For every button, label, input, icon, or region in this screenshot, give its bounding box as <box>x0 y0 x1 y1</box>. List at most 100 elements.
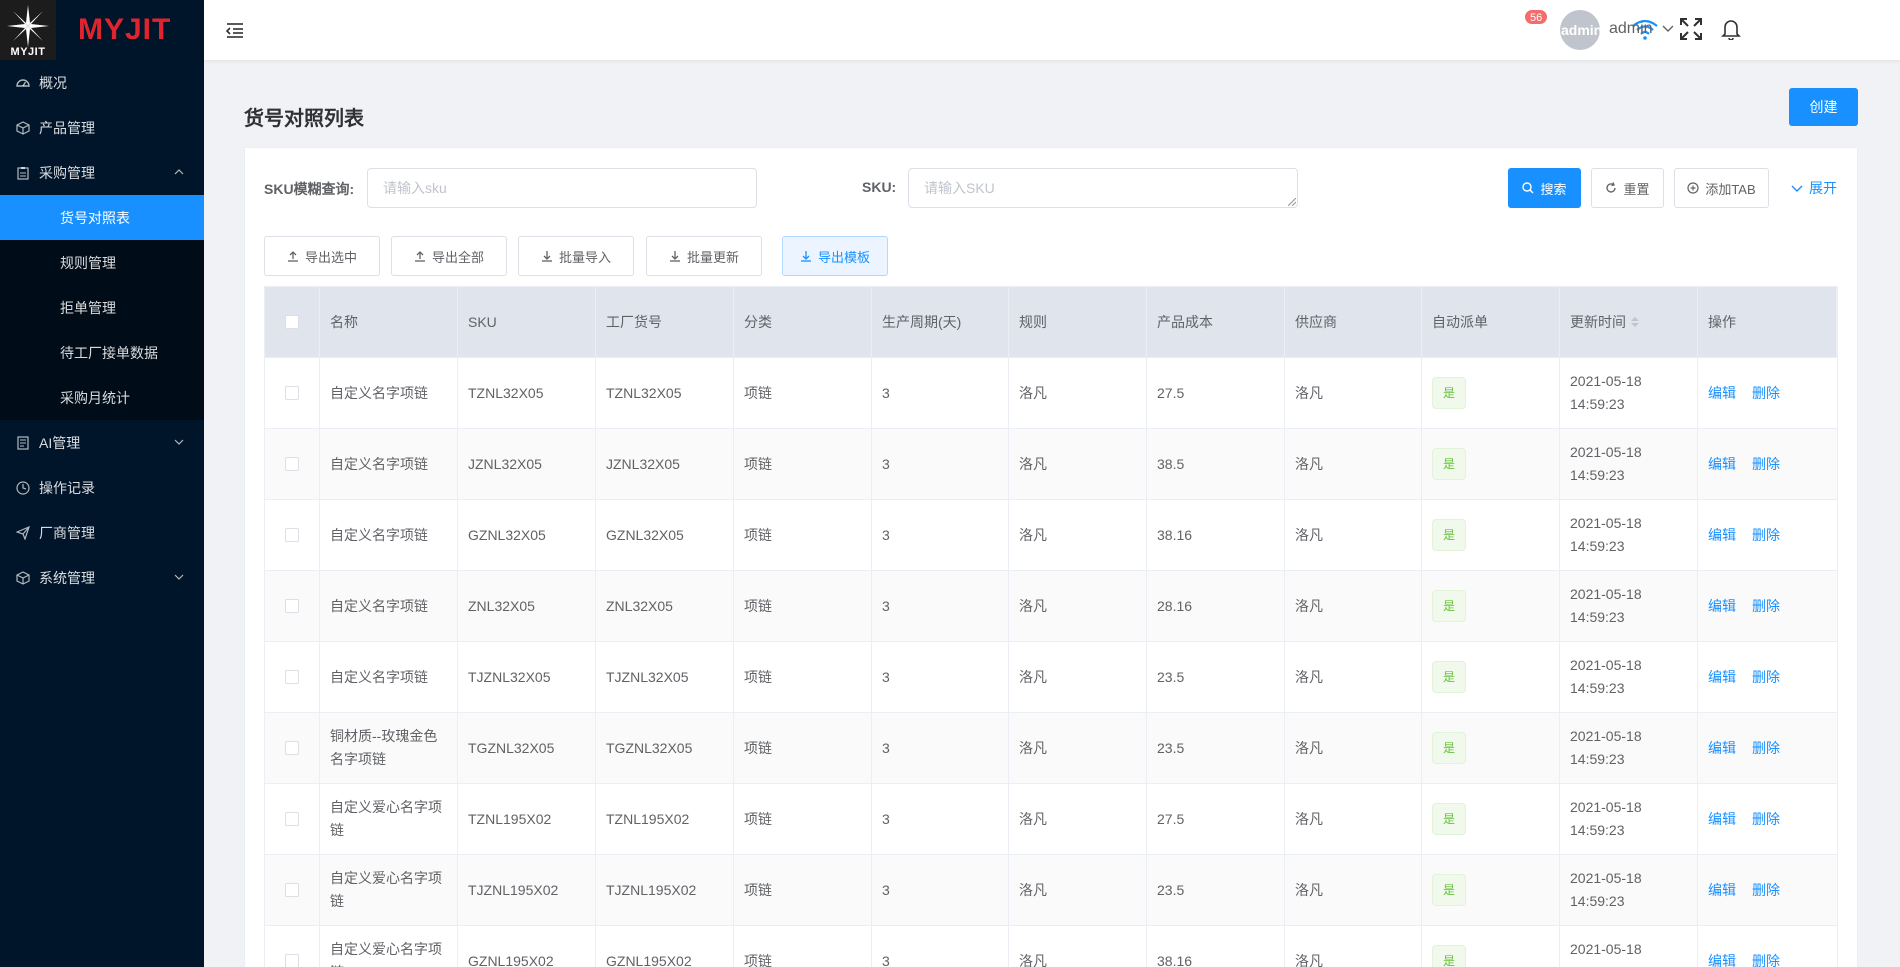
cell-category: 项链 <box>734 926 872 967</box>
plus-circle-icon <box>1687 182 1699 194</box>
edit-link[interactable]: 编辑 <box>1708 808 1736 831</box>
cell-cost: 38.5 <box>1147 429 1285 499</box>
sidebar-item-products[interactable]: 产品管理 <box>0 105 204 150</box>
row-checkbox[interactable] <box>285 386 299 400</box>
submenu-purchasing: 货号对照表 规则管理 拒单管理 待工厂接单数据 采购月统计 <box>0 195 204 420</box>
sidebar-item-logs[interactable]: 操作记录 <box>0 465 204 510</box>
cell-cycle: 3 <box>872 358 1009 428</box>
edit-link[interactable]: 编辑 <box>1708 453 1736 476</box>
delete-link[interactable]: 删除 <box>1752 666 1780 689</box>
table-row: 自定义爱心名字项链GZNL195X02GZNL195X02项链3洛凡38.16洛… <box>265 926 1837 967</box>
cell-updated: 2021-05-18 14:59:23 <box>1560 855 1698 925</box>
sidebar-item-label: 货号对照表 <box>60 209 130 226</box>
edit-link[interactable]: 编辑 <box>1708 524 1736 547</box>
export-selected-button[interactable]: 导出选中 <box>264 236 380 276</box>
cell-updated: 2021-05-18 14:59:23 <box>1560 926 1698 967</box>
sku-fuzzy-label: SKU模糊查询: <box>264 181 355 197</box>
delete-link[interactable]: 删除 <box>1752 879 1780 902</box>
delete-link[interactable]: 删除 <box>1752 382 1780 405</box>
avatar[interactable]: admin <box>1560 10 1600 50</box>
delete-link[interactable]: 删除 <box>1752 453 1780 476</box>
cell-factory-no: TJZNL32X05 <box>596 642 734 712</box>
row-checkbox[interactable] <box>285 528 299 542</box>
cell-auto-dispatch: 是 <box>1422 500 1560 570</box>
delete-link[interactable]: 删除 <box>1752 595 1780 618</box>
sidebar-item-ai[interactable]: AI管理 <box>0 420 204 465</box>
sidebar-item-label: 概况 <box>39 74 67 91</box>
delete-link[interactable]: 删除 <box>1752 524 1780 547</box>
row-checkbox[interactable] <box>285 457 299 471</box>
create-button[interactable]: 创建 <box>1789 88 1858 126</box>
select-all-checkbox[interactable] <box>285 315 299 329</box>
table-row: 自定义爱心名字项链 TZNL195X02 TZNL195X02 项链 3 洛凡 27.5 洛凡… <box>265 784 1837 855</box>
add-tab-button[interactable]: 添加TAB <box>1674 168 1769 208</box>
fullscreen-icon[interactable] <box>1678 16 1704 42</box>
logo[interactable]: MYJIT MYJIT <box>0 0 204 60</box>
sku-fuzzy-input[interactable] <box>367 168 757 208</box>
menu-fold-icon[interactable] <box>226 21 244 39</box>
sidebar: MYJIT MYJIT 概况 产品管理 采购管理 货号对照表 规则管理 拒单管理… <box>0 0 204 967</box>
row-checkbox[interactable] <box>285 954 299 967</box>
cell-auto-dispatch: 是 <box>1422 784 1560 854</box>
delete-link[interactable]: 删除 <box>1752 808 1780 831</box>
cell-category: 项链 <box>734 571 872 641</box>
search-button[interactable]: 搜索 <box>1508 168 1581 208</box>
sidebar-item-purchasing[interactable]: 采购管理 <box>0 150 204 195</box>
export-template-button[interactable]: 导出模板 <box>782 236 888 276</box>
export-all-button[interactable]: 导出全部 <box>391 236 507 276</box>
row-checkbox[interactable] <box>285 883 299 897</box>
cell-supplier: 洛凡 <box>1285 429 1422 499</box>
sidebar-item-label: 规则管理 <box>60 254 116 271</box>
sidebar-item-rules[interactable]: 规则管理 <box>0 240 204 285</box>
table-row: 自定义名字项链 TZNL32X05 TZNL32X05 项链 3 洛凡 27.5 洛凡是 202… <box>265 358 1837 429</box>
column-header-sortable[interactable]: 更新时间 <box>1560 287 1698 357</box>
edit-link[interactable]: 编辑 <box>1708 666 1736 689</box>
expand-button[interactable]: 展开 <box>1786 168 1842 208</box>
cell-updated: 2021-05-18 14:59:23 <box>1560 571 1698 641</box>
upload-icon <box>287 251 298 262</box>
sku-input[interactable] <box>908 168 1298 208</box>
cell-sku: JZNL32X05 <box>458 429 596 499</box>
row-checkbox[interactable] <box>285 812 299 826</box>
sidebar-item-sku-mapping[interactable]: 货号对照表 <box>0 195 204 240</box>
cell-sku: TZNL195X02 <box>458 784 596 854</box>
box-icon <box>16 120 30 135</box>
edit-link[interactable]: 编辑 <box>1708 879 1736 902</box>
sidebar-item-rejections[interactable]: 拒单管理 <box>0 285 204 330</box>
row-checkbox[interactable] <box>285 741 299 755</box>
batch-update-button[interactable]: 批量更新 <box>646 236 762 276</box>
edit-link[interactable]: 编辑 <box>1708 737 1736 760</box>
edit-link[interactable]: 编辑 <box>1708 382 1736 405</box>
expand-button-label: 展开 <box>1809 180 1837 196</box>
chevron-down-icon[interactable] <box>1662 24 1674 34</box>
bell-icon[interactable] <box>1718 16 1744 42</box>
sidebar-item-system[interactable]: 系统管理 <box>0 555 204 600</box>
cell-sku: GZNL32X05 <box>458 500 596 570</box>
reset-button[interactable]: 重置 <box>1591 168 1664 208</box>
sidebar-item-label: 待工厂接单数据 <box>60 344 158 361</box>
chevron-down-icon <box>174 439 184 445</box>
username[interactable]: admin <box>1609 20 1653 38</box>
batch-import-button[interactable]: 批量导入 <box>518 236 634 276</box>
delete-link[interactable]: 删除 <box>1752 950 1780 967</box>
sidebar-item-overview[interactable]: 概况 <box>0 60 204 105</box>
cell-cost: 38.16 <box>1147 500 1285 570</box>
delete-link[interactable]: 删除 <box>1752 737 1780 760</box>
cell-cycle: 3 <box>872 642 1009 712</box>
edit-link[interactable]: 编辑 <box>1708 595 1736 618</box>
clock-icon <box>16 480 30 495</box>
row-checkbox[interactable] <box>285 670 299 684</box>
resize-grip-icon[interactable] <box>1288 198 1296 206</box>
edit-link[interactable]: 编辑 <box>1708 950 1736 967</box>
status-badge: 是 <box>1432 803 1467 835</box>
cell-cost: 23.5 <box>1147 642 1285 712</box>
sidebar-item-vendors[interactable]: 厂商管理 <box>0 510 204 555</box>
cell-actions: 编辑 删除 <box>1698 500 1837 570</box>
status-badge: 是 <box>1432 519 1467 551</box>
column-header: SKU <box>458 287 596 357</box>
row-checkbox[interactable] <box>285 599 299 613</box>
sort-icon[interactable] <box>1631 317 1639 327</box>
sidebar-item-monthly-stats[interactable]: 采购月统计 <box>0 375 204 420</box>
cell-updated: 2021-05-18 14:59:23 <box>1560 642 1698 712</box>
sidebar-item-pending-factory[interactable]: 待工厂接单数据 <box>0 330 204 375</box>
